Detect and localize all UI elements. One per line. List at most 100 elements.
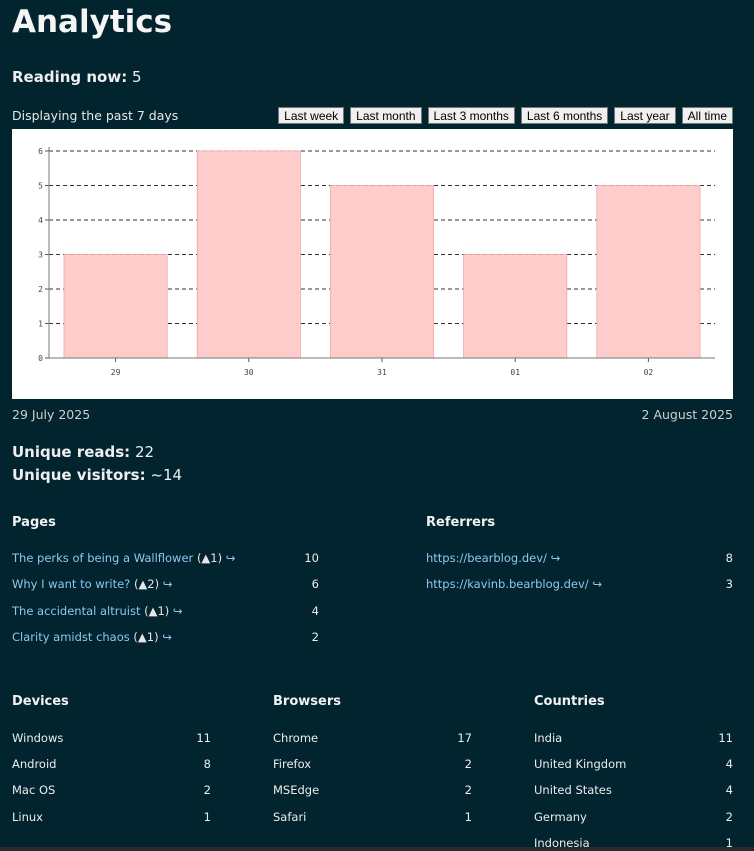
referrer-count: 3 bbox=[725, 577, 733, 591]
referrers-heading: Referrers bbox=[426, 515, 496, 530]
page-badge: (▲2) bbox=[133, 577, 160, 591]
device-row: Linux 1 bbox=[12, 810, 211, 824]
external-link-icon[interactable]: ↪ bbox=[551, 551, 561, 565]
country-row: United Kingdom 4 bbox=[534, 757, 733, 771]
x-tick-label: 30 bbox=[244, 368, 254, 377]
referrer-row: https://kavinb.bearblog.dev/ ↪ 3 bbox=[426, 577, 733, 591]
external-link-icon[interactable]: ↪ bbox=[163, 577, 173, 591]
unique-reads-value: 22 bbox=[134, 443, 155, 461]
country-row: Germany 2 bbox=[534, 810, 733, 824]
x-tick-label: 01 bbox=[510, 368, 520, 377]
reads-chart: 0 1 2 3 4 5 6 29 30 31 01 02 bbox=[12, 129, 733, 399]
last-3-months-button[interactable]: Last 3 months bbox=[427, 107, 515, 124]
bar bbox=[463, 254, 568, 359]
y-tick-label: 4 bbox=[38, 216, 43, 225]
country-count: 4 bbox=[725, 757, 733, 771]
browser-row: MSEdge 2 bbox=[273, 783, 472, 797]
reading-now-value: 5 bbox=[131, 68, 142, 86]
country-name: United States bbox=[534, 783, 612, 797]
y-tick-label: 5 bbox=[38, 182, 43, 191]
browser-row: Chrome 17 bbox=[273, 731, 472, 745]
browser-count: 2 bbox=[464, 757, 472, 771]
y-tick-label: 1 bbox=[38, 320, 43, 329]
unique-visitors-value: ~14 bbox=[150, 466, 183, 484]
external-link-icon[interactable]: ↪ bbox=[173, 604, 183, 618]
referrer-link[interactable]: https://kavinb.bearblog.dev/ bbox=[426, 577, 589, 591]
page-row: Why I want to write? (▲2) ↪ 6 bbox=[12, 577, 319, 591]
device-count: 1 bbox=[203, 810, 211, 824]
referrer-link[interactable]: https://bearblog.dev/ bbox=[426, 551, 547, 565]
reading-now-label: Reading now: bbox=[12, 68, 128, 86]
bar bbox=[329, 185, 435, 359]
page-link[interactable]: Clarity amidst chaos bbox=[12, 630, 130, 644]
referrer-row: https://bearblog.dev/ ↪ 8 bbox=[426, 551, 733, 565]
page-row: The accidental altruist (▲1) ↪ 4 bbox=[12, 604, 319, 618]
reads-chart-svg: 012345629 30 31 01 02 bbox=[38, 147, 715, 377]
page-count: 6 bbox=[311, 577, 319, 591]
page-row: The perks of being a Wallflower (▲1) ↪ 1… bbox=[12, 551, 319, 565]
external-link-icon[interactable]: ↪ bbox=[226, 551, 236, 565]
external-link-icon[interactable]: ↪ bbox=[162, 630, 172, 644]
browser-row: Firefox 2 bbox=[273, 757, 472, 771]
horizontal-scrollbar[interactable] bbox=[0, 847, 754, 851]
country-row: India 11 bbox=[534, 731, 733, 745]
last-week-button[interactable]: Last week bbox=[278, 107, 345, 124]
date-end: 2 August 2025 bbox=[641, 407, 733, 422]
bar bbox=[196, 150, 301, 359]
date-start: 29 July 2025 bbox=[12, 407, 91, 422]
last-year-button[interactable]: Last year bbox=[614, 107, 676, 124]
all-time-button[interactable]: All time bbox=[681, 107, 733, 124]
unique-visitors-label: Unique visitors: bbox=[12, 466, 146, 484]
range-note: Displaying the past 7 days bbox=[12, 108, 179, 123]
page-link[interactable]: The perks of being a Wallflower bbox=[12, 551, 193, 565]
browser-name: Safari bbox=[273, 810, 307, 824]
y-tick-label: 2 bbox=[38, 285, 43, 294]
page-count: 2 bbox=[311, 630, 319, 644]
y-tick-label: 3 bbox=[38, 251, 43, 260]
browser-count: 1 bbox=[464, 810, 472, 824]
devices-heading: Devices bbox=[12, 694, 69, 709]
unique-visitors: Unique visitors: ~14 bbox=[12, 466, 182, 484]
browser-count: 2 bbox=[464, 783, 472, 797]
country-count: 11 bbox=[718, 731, 733, 745]
bar bbox=[596, 185, 701, 359]
country-count: 2 bbox=[725, 810, 733, 824]
device-name: Linux bbox=[12, 810, 43, 824]
country-name: Germany bbox=[534, 810, 587, 824]
country-row: United States 4 bbox=[534, 783, 733, 797]
country-count: 4 bbox=[725, 783, 733, 797]
device-count: 11 bbox=[196, 731, 211, 745]
page-link[interactable]: The accidental altruist bbox=[12, 604, 140, 618]
reading-now: Reading now: 5 bbox=[12, 68, 142, 86]
page-badge: (▲1) bbox=[144, 604, 170, 618]
x-tick-label: 02 bbox=[644, 368, 654, 377]
countries-heading: Countries bbox=[534, 694, 605, 709]
page-row: Clarity amidst chaos (▲1) ↪ 2 bbox=[12, 630, 319, 644]
last-6-months-button[interactable]: Last 6 months bbox=[520, 107, 609, 124]
country-name: United Kingdom bbox=[534, 757, 627, 771]
page-badge: (▲1) bbox=[133, 630, 159, 644]
bar bbox=[63, 254, 168, 359]
page-link[interactable]: Why I want to write? bbox=[12, 577, 130, 591]
device-row: Windows 11 bbox=[12, 731, 211, 745]
page-count: 10 bbox=[304, 551, 319, 565]
device-count: 2 bbox=[203, 783, 211, 797]
unique-reads: Unique reads: 22 bbox=[12, 443, 154, 461]
device-name: Android bbox=[12, 757, 57, 771]
device-row: Mac OS 2 bbox=[12, 783, 211, 797]
device-row: Android 8 bbox=[12, 757, 211, 771]
page-badge: (▲1) bbox=[196, 551, 223, 565]
pages-heading: Pages bbox=[12, 515, 56, 530]
browser-count: 17 bbox=[457, 731, 472, 745]
device-name: Windows bbox=[12, 731, 64, 745]
range-buttons: Last week Last month Last 3 months Last … bbox=[278, 107, 733, 124]
external-link-icon[interactable]: ↪ bbox=[592, 577, 602, 591]
device-count: 8 bbox=[203, 757, 211, 771]
unique-reads-label: Unique reads: bbox=[12, 443, 131, 461]
browsers-heading: Browsers bbox=[273, 694, 341, 709]
y-tick-label: 0 bbox=[38, 354, 43, 363]
last-month-button[interactable]: Last month bbox=[350, 107, 422, 124]
browser-row: Safari 1 bbox=[273, 810, 472, 824]
y-tick-label: 6 bbox=[38, 147, 43, 156]
browser-name: Firefox bbox=[273, 757, 312, 771]
